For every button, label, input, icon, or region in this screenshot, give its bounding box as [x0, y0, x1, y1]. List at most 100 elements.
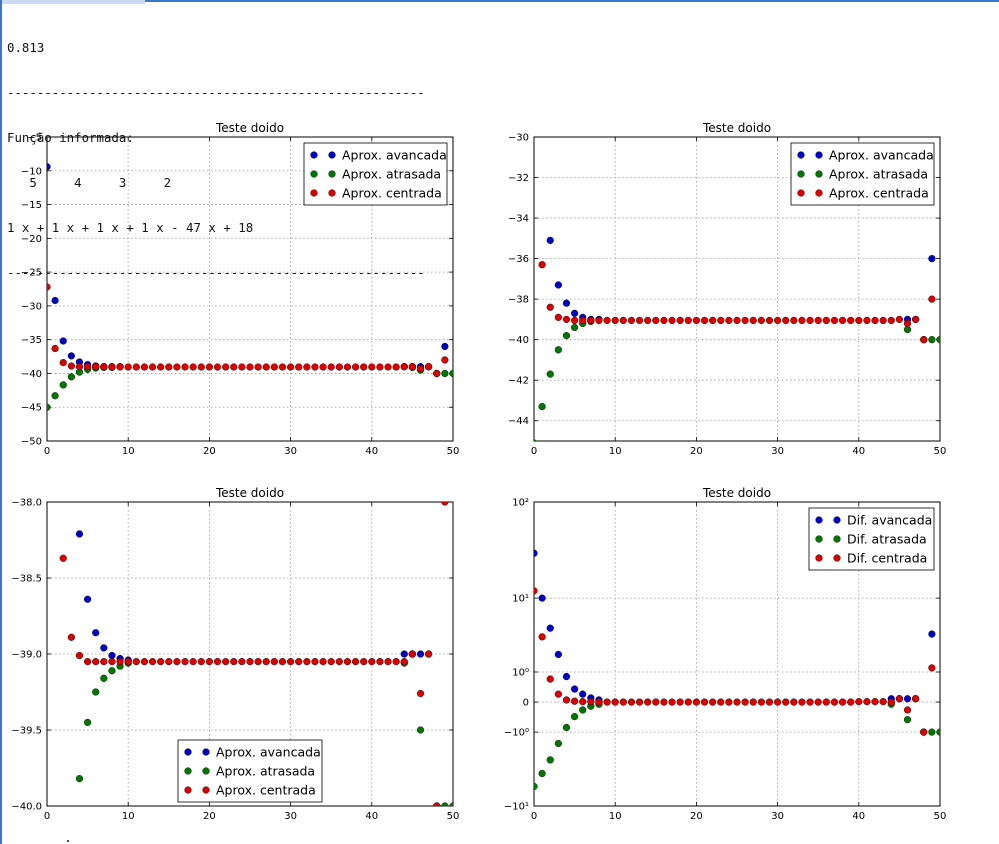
y-tick-label: 0	[523, 698, 529, 709]
data-point-blue	[554, 281, 562, 289]
data-point-red	[635, 698, 644, 706]
data-point-red	[920, 336, 928, 344]
data-point-red	[173, 363, 181, 371]
data-point-red	[700, 698, 709, 706]
data-point-red	[838, 698, 847, 706]
x-tick-label: 40	[365, 446, 378, 457]
data-point-red	[847, 698, 855, 706]
legend-marker	[815, 554, 823, 562]
data-point-blue	[562, 672, 571, 681]
x-tick-label: 20	[203, 811, 216, 822]
data-point-red	[749, 698, 757, 706]
data-point-red	[327, 657, 335, 666]
chart-title: Teste doido	[702, 486, 771, 500]
data-point-green	[928, 336, 936, 344]
data-point-red	[132, 657, 140, 666]
data-point-red	[173, 657, 181, 666]
data-point-red	[912, 695, 920, 703]
data-point-blue	[546, 624, 554, 632]
data-point-red	[222, 363, 230, 371]
data-point-red	[311, 657, 319, 666]
data-point-red	[562, 696, 571, 704]
chart-title: Teste doido	[215, 486, 284, 500]
data-point-red	[246, 363, 254, 371]
data-point-red	[912, 315, 920, 324]
y-tick-label: −40.0	[11, 802, 42, 813]
data-point-red	[684, 698, 692, 706]
data-point-red	[47, 283, 51, 291]
data-point-red	[798, 316, 806, 325]
data-point-red	[148, 657, 157, 666]
legend-label: Aprox. avancada	[216, 745, 321, 760]
data-point-red	[311, 363, 319, 371]
data-point-red	[124, 363, 132, 371]
y-tick-label: −32	[508, 173, 529, 184]
data-point-red	[676, 316, 684, 325]
data-point-red	[83, 363, 92, 371]
data-point-red	[270, 363, 278, 371]
data-point-red	[230, 363, 238, 371]
legend-label: Dif. atrasada	[847, 532, 927, 547]
data-point-green	[562, 723, 571, 732]
x-tick-label: 10	[122, 811, 135, 822]
y-tick-label: −10¹	[504, 802, 529, 813]
data-point-green	[903, 716, 912, 724]
data-point-red	[887, 698, 895, 706]
data-point-blue	[83, 595, 92, 603]
x-tick-label: 20	[690, 811, 703, 822]
x-tick-label: 50	[934, 446, 947, 457]
data-point-green	[570, 713, 579, 721]
legend-marker	[797, 151, 805, 159]
data-point-red	[644, 316, 652, 325]
data-point-red	[270, 657, 278, 666]
data-point-red	[165, 363, 173, 371]
data-point-red	[700, 316, 709, 325]
data-point-red	[433, 369, 441, 378]
data-point-red	[416, 365, 425, 373]
data-point-red	[782, 698, 790, 706]
data-point-red	[100, 363, 108, 371]
legend-marker	[815, 535, 823, 543]
data-point-red	[822, 698, 830, 706]
data-point-red	[59, 359, 67, 367]
chart-panel-3: Teste doido 0 10 20 30 40 50 −38.0 −38.5 −39.0 −39…	[11, 486, 459, 822]
data-point-red	[100, 657, 108, 666]
data-point-red	[376, 363, 384, 371]
data-point-red	[619, 698, 627, 706]
data-point-red	[595, 316, 603, 325]
legend-marker	[328, 151, 336, 159]
data-point-red	[871, 698, 879, 706]
data-point-red	[603, 316, 611, 325]
chart-panel-2: Teste doido 0 10 20 30 40 50 −30 −32 −34 −36 −38 −40…	[508, 121, 946, 457]
data-point-red	[205, 657, 214, 666]
y-tick-label: −40	[21, 369, 42, 380]
data-point-green	[903, 325, 912, 334]
data-points	[534, 236, 940, 441]
data-point-red	[717, 316, 725, 325]
legend-label: Aprox. atrasada	[342, 167, 441, 182]
data-point-red	[181, 363, 189, 371]
legend-label: Aprox. atrasada	[829, 167, 928, 182]
data-point-red	[140, 657, 149, 666]
data-point-red	[278, 657, 287, 666]
data-point-red	[246, 657, 254, 666]
data-point-red	[75, 363, 84, 371]
data-point-red	[587, 316, 595, 325]
data-point-red	[790, 698, 798, 706]
data-point-red	[116, 363, 124, 371]
data-point-red	[75, 651, 84, 660]
data-point-red	[619, 316, 627, 325]
data-point-red	[717, 698, 725, 706]
y-tick-label: −34	[508, 214, 529, 225]
legend-marker	[815, 151, 823, 159]
data-point-blue	[100, 644, 108, 652]
data-point-red	[603, 698, 611, 706]
legend-marker	[310, 170, 318, 178]
cursor-artifact	[67, 840, 69, 842]
x-tick-label: 40	[365, 811, 378, 822]
data-point-green	[67, 373, 75, 381]
data-point-red	[546, 303, 554, 311]
data-point-red	[879, 698, 887, 706]
data-point-red	[222, 657, 230, 666]
data-point-red	[660, 316, 668, 325]
